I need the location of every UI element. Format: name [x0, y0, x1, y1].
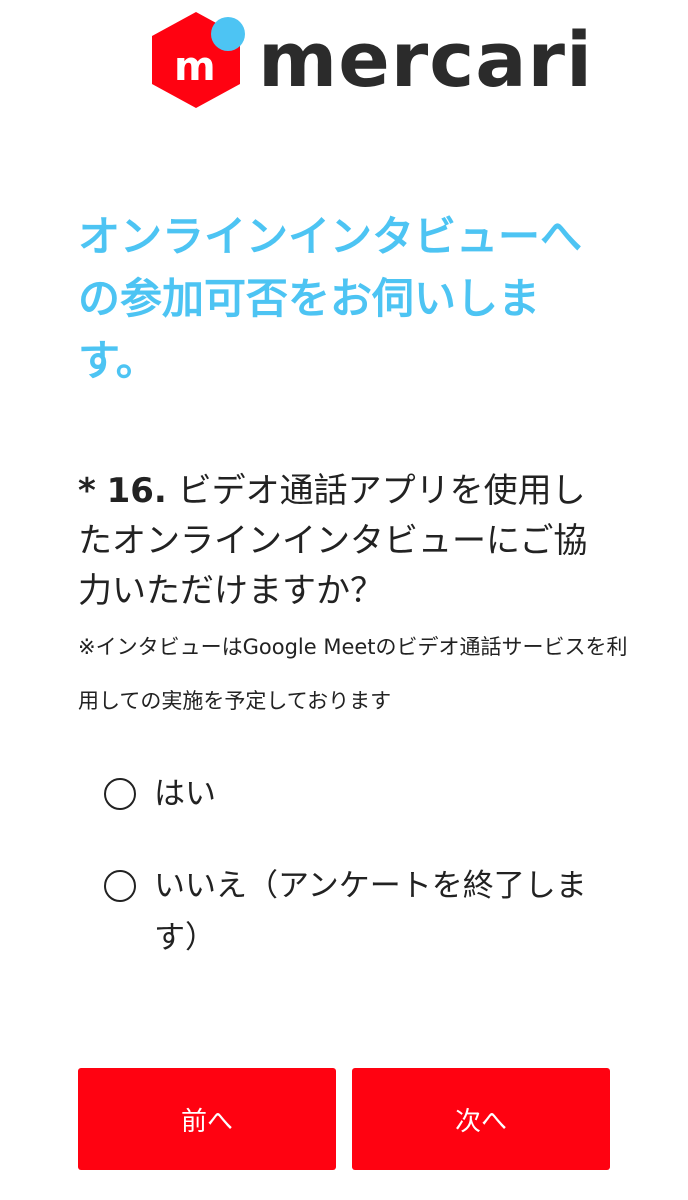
question-required-mark: * [78, 471, 96, 511]
option-no[interactable]: いいえ（アンケートを終了します） [104, 860, 594, 964]
mercari-logo-icon: m [152, 12, 245, 108]
header: m mercari [0, 0, 688, 120]
radio-yes[interactable] [104, 778, 136, 810]
next-button[interactable]: 次へ [352, 1068, 610, 1170]
mercari-wordmark: mercari [258, 15, 594, 104]
question-text: * 16. ビデオ通話アプリを使用したオンラインインタビューにご協力いただけます… [78, 466, 618, 616]
question-number: 16. [106, 471, 167, 511]
prev-button[interactable]: 前へ [78, 1068, 336, 1170]
logo-letter: m [174, 44, 216, 90]
radio-no[interactable] [104, 870, 136, 902]
option-yes[interactable]: はい [104, 768, 594, 820]
option-no-label: いいえ（アンケートを終了します） [154, 868, 587, 956]
question-note: ※インタビューはGoogle Meetのビデオ通話サービスを利用しての実施を予定… [78, 635, 628, 713]
option-yes-label: はい [154, 776, 216, 812]
page-title: オンラインインタビューへの参加可否をお伺いします。 [78, 212, 583, 385]
